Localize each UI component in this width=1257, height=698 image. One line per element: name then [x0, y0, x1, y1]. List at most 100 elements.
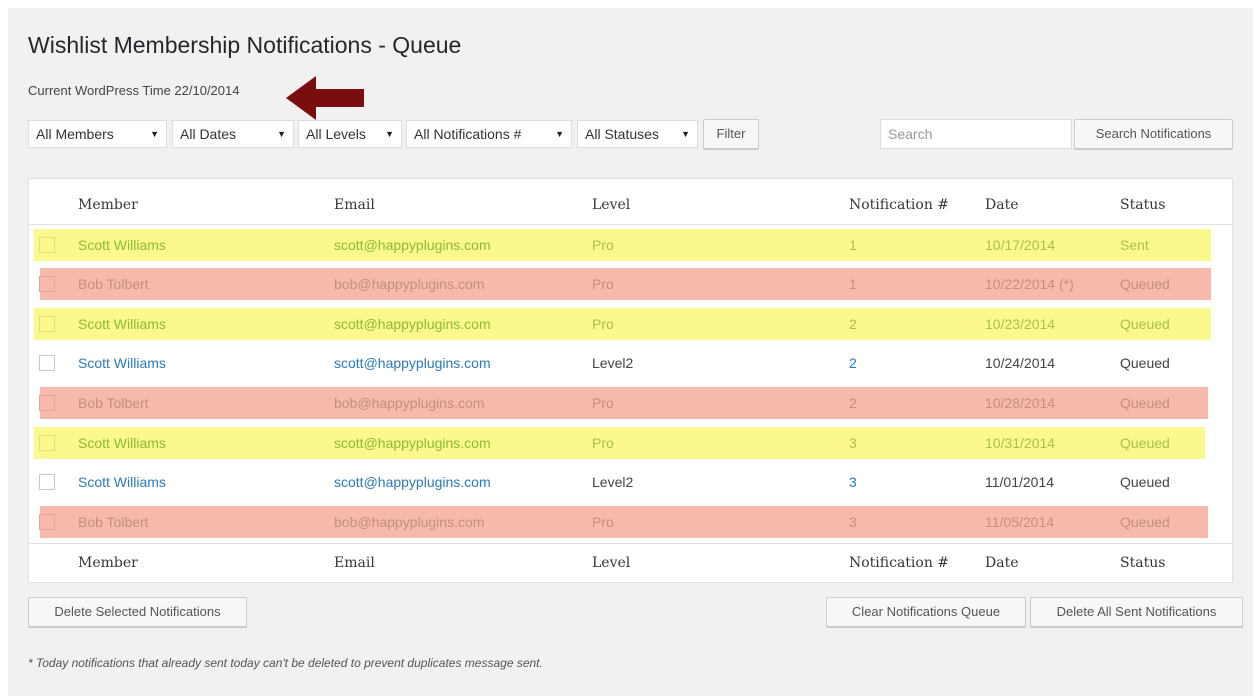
caret-down-icon: ▼	[385, 129, 394, 139]
column-header-notification[interactable]: Notification #	[849, 197, 949, 213]
cell-date: 10/17/2014	[985, 237, 1056, 253]
footer-header-notification[interactable]: Notification #	[849, 555, 949, 571]
table-row[interactable]: Scott Williams scott@happyplugins.com Leve…	[29, 466, 1219, 498]
footer-divider	[29, 543, 1232, 544]
filter-notifications-label: All Notifications #	[414, 126, 522, 142]
filter-levels-select[interactable]: All Levels ▼	[298, 120, 402, 148]
cell-status: Queued	[1120, 355, 1170, 371]
row-checkbox[interactable]	[39, 395, 55, 411]
row-checkbox[interactable]	[39, 474, 55, 490]
table-row[interactable]: Bob Tolbert bob@happyplugins.com Pro 1 10/22…	[39, 268, 1211, 300]
caret-down-icon: ▼	[681, 129, 690, 139]
cell-member[interactable]: Scott Williams	[78, 308, 166, 340]
cell-level: Pro	[592, 276, 614, 292]
cell-notification[interactable]: 1	[849, 268, 857, 300]
cell-member[interactable]: Scott Williams	[78, 427, 166, 459]
cell-email[interactable]: scott@happyplugins.com	[334, 308, 491, 340]
cell-member[interactable]: Bob Tolbert	[78, 268, 149, 300]
cell-status: Queued	[1120, 276, 1170, 292]
cell-email[interactable]: scott@happyplugins.com	[334, 229, 491, 261]
cell-member[interactable]: Bob Tolbert	[78, 506, 149, 538]
cell-notification[interactable]: 3	[849, 427, 857, 459]
cell-status: Sent	[1120, 237, 1149, 253]
page-title: Wishlist Membership Notifications - Queu…	[28, 32, 462, 58]
column-header-email[interactable]: Email	[334, 197, 375, 213]
cell-level: Level2	[592, 474, 634, 490]
filter-statuses-label: All Statuses	[585, 126, 659, 142]
footer-header-status[interactable]: Status	[1120, 555, 1165, 571]
wordpress-time: Current WordPress Time 22/10/2014	[28, 83, 240, 98]
cell-level: Level2	[592, 355, 634, 371]
caret-down-icon: ▼	[555, 129, 564, 139]
cell-date: 10/31/2014	[985, 435, 1056, 451]
cell-email[interactable]: scott@happyplugins.com	[334, 466, 491, 498]
cell-date: 11/05/2014	[985, 514, 1055, 530]
clear-queue-button[interactable]: Clear Notifications Queue	[826, 597, 1026, 627]
notifications-table: Member Email Level Notification # Date S…	[28, 178, 1233, 583]
footer-header-email[interactable]: Email	[334, 555, 375, 571]
column-header-status[interactable]: Status	[1120, 197, 1165, 213]
table-row[interactable]: Scott Williams scott@happyplugins.com Pro 3…	[34, 427, 1205, 459]
row-checkbox[interactable]	[39, 514, 55, 530]
cell-email[interactable]: bob@happyplugins.com	[334, 387, 484, 419]
row-checkbox[interactable]	[39, 237, 55, 253]
filter-dates-select[interactable]: All Dates ▼	[172, 120, 294, 148]
cell-member[interactable]: Bob Tolbert	[78, 387, 149, 419]
cell-notification[interactable]: 2	[849, 308, 857, 340]
filter-levels-label: All Levels	[306, 126, 366, 142]
cell-level: Pro	[592, 514, 614, 530]
cell-email[interactable]: scott@happyplugins.com	[334, 347, 491, 379]
filter-dates-label: All Dates	[180, 126, 237, 142]
cell-level: Pro	[592, 237, 614, 253]
row-checkbox[interactable]	[39, 435, 55, 451]
cell-notification[interactable]: 3	[849, 506, 857, 538]
row-checkbox[interactable]	[39, 316, 55, 332]
delete-sent-button[interactable]: Delete All Sent Notifications	[1030, 597, 1243, 627]
cell-email[interactable]: scott@happyplugins.com	[334, 427, 491, 459]
search-notifications-button[interactable]: Search Notifications	[1074, 119, 1233, 149]
notifications-page: Wishlist Membership Notifications - Queu…	[8, 8, 1253, 696]
cell-status: Queued	[1120, 514, 1170, 530]
caret-down-icon: ▼	[150, 129, 159, 139]
delete-selected-button[interactable]: Delete Selected Notifications	[28, 597, 247, 627]
table-row[interactable]: Scott Williams scott@happyplugins.com Pro 1…	[34, 229, 1211, 261]
row-checkbox[interactable]	[39, 276, 55, 292]
footer-header-date[interactable]: Date	[985, 555, 1018, 571]
cell-member[interactable]: Scott Williams	[78, 347, 166, 379]
cell-status: Queued	[1120, 395, 1170, 411]
cell-status: Queued	[1120, 435, 1170, 451]
cell-level: Pro	[592, 395, 614, 411]
filter-button[interactable]: Filter	[703, 119, 759, 149]
row-checkbox[interactable]	[39, 355, 55, 371]
cell-notification[interactable]: 1	[849, 229, 857, 261]
footnote: * Today notifications that already sent …	[28, 656, 543, 670]
cell-date: 10/24/2014	[985, 355, 1056, 371]
filter-members-select[interactable]: All Members ▼	[28, 120, 167, 148]
cell-member[interactable]: Scott Williams	[78, 229, 166, 261]
filter-statuses-select[interactable]: All Statuses ▼	[577, 120, 698, 148]
column-header-level[interactable]: Level	[592, 197, 630, 213]
cell-level: Pro	[592, 316, 614, 332]
cell-member[interactable]: Scott Williams	[78, 466, 166, 498]
column-header-member[interactable]: Member	[78, 197, 138, 213]
cell-status: Queued	[1120, 316, 1170, 332]
cell-notification[interactable]: 2	[849, 387, 857, 419]
cell-email[interactable]: bob@happyplugins.com	[334, 506, 484, 538]
cell-notification[interactable]: 3	[849, 466, 857, 498]
cell-date: 10/28/2014	[985, 395, 1056, 411]
cell-date: 10/22/2014 (*)	[985, 276, 1074, 292]
header-divider	[29, 224, 1232, 225]
table-row[interactable]: Scott Williams scott@happyplugins.com Pro 2…	[34, 308, 1211, 340]
column-header-date[interactable]: Date	[985, 197, 1018, 213]
cell-notification[interactable]: 2	[849, 347, 857, 379]
table-row[interactable]: Bob Tolbert bob@happyplugins.com Pro 3 11/05…	[39, 506, 1208, 538]
cell-email[interactable]: bob@happyplugins.com	[334, 268, 484, 300]
table-row[interactable]: Scott Williams scott@happyplugins.com Leve…	[29, 347, 1219, 379]
filter-notifications-select[interactable]: All Notifications # ▼	[406, 120, 572, 148]
search-input[interactable]: Search	[880, 119, 1072, 149]
footer-header-member[interactable]: Member	[78, 555, 138, 571]
table-row[interactable]: Bob Tolbert bob@happyplugins.com Pro 2 10/28…	[39, 387, 1208, 419]
footer-header-level[interactable]: Level	[592, 555, 630, 571]
cell-level: Pro	[592, 435, 614, 451]
cell-status: Queued	[1120, 474, 1170, 490]
